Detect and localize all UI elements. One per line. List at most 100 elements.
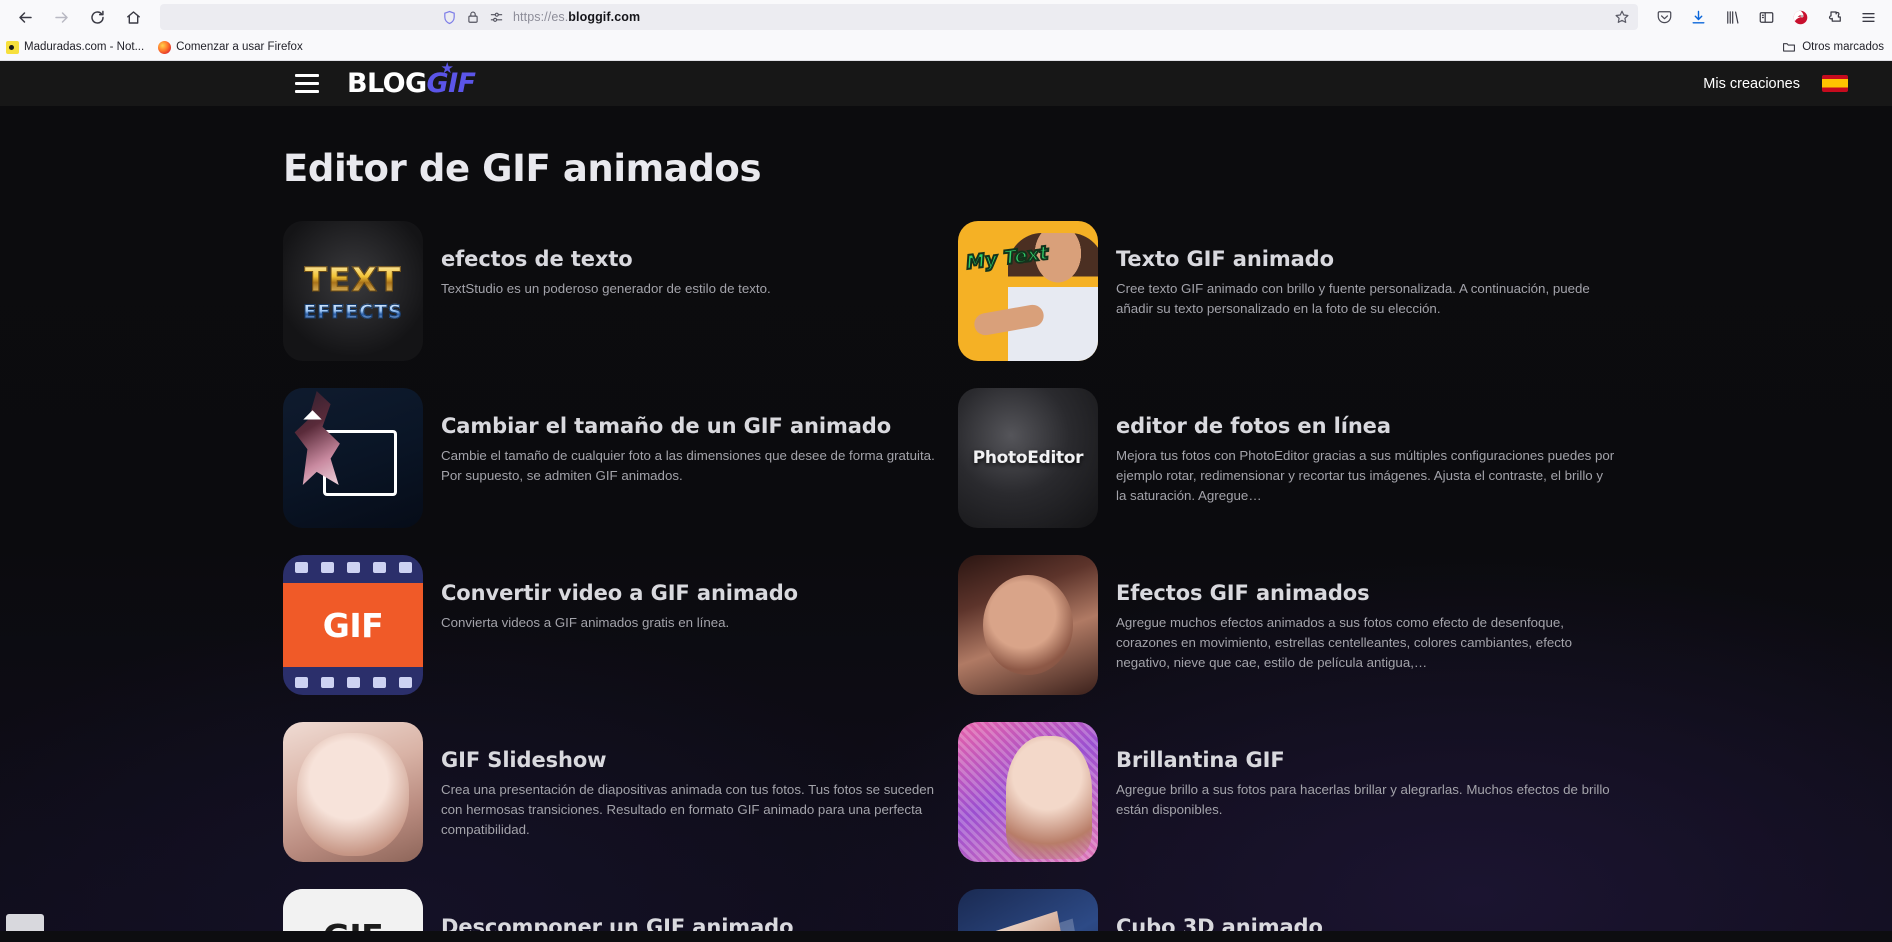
back-button[interactable] (8, 2, 42, 32)
url-domain: bloggif.com (568, 10, 641, 24)
firefox-account-icon[interactable] (1784, 2, 1816, 32)
thumb-gif-text: GIF (322, 605, 384, 645)
spain-flag-icon[interactable] (1822, 75, 1848, 92)
my-creations-link[interactable]: Mis creaciones (1703, 76, 1800, 92)
url-text[interactable]: https://es.bloggif.com (513, 10, 640, 24)
tools-column-left: TEXT EFFECTS efectos de texto TextStudio… (283, 221, 958, 931)
browser-nav-bar: https://es.bloggif.com (0, 0, 1892, 34)
video-to-gif-thumbnail[interactable]: GIF (283, 555, 423, 695)
tool-card-body: Convertir video a GIF animado Convierta … (441, 555, 798, 633)
tool-card-title[interactable]: editor de fotos en línea (1116, 414, 1616, 439)
tool-card-description: Cree texto GIF animado con brillo y fuen… (1116, 280, 1590, 316)
app-menu-icon[interactable] (1852, 2, 1884, 32)
thumb-gif-text: GIF (323, 917, 384, 932)
tool-card-decompose-gif[interactable]: GIF Descomponer un GIF animado Divide un… (283, 889, 958, 931)
hamburger-menu-icon[interactable] (295, 74, 319, 93)
film-perforations-top (283, 562, 423, 573)
shield-icon[interactable] (442, 10, 457, 25)
animated-text-gif-thumbnail[interactable]: My Text (958, 221, 1098, 361)
tools-grid: TEXT EFFECTS efectos de texto TextStudio… (283, 221, 1653, 931)
extensions-icon[interactable] (1818, 2, 1850, 32)
tool-card-resize-gif[interactable]: Cambiar el tamaño de un GIF animado Camb… (283, 388, 958, 555)
other-bookmarks-label: Otros marcados (1802, 41, 1884, 53)
bookmarks-bar: Maduradas.com - Not... Comenzar a usar F… (0, 34, 1892, 60)
main-content: Editor de GIF animados TEXT EFFECTS efec… (0, 147, 1892, 931)
other-bookmarks-button[interactable]: Otros marcados (1782, 40, 1884, 54)
cube-3d-thumbnail[interactable] (958, 889, 1098, 931)
tool-card-body: Cambiar el tamaño de un GIF animado Camb… (441, 388, 951, 486)
tool-card-body: Efectos GIF animados Agregue muchos efec… (1116, 555, 1616, 673)
logo-blog-text: BLOG (347, 68, 427, 99)
tool-card-description: Cambie el tamaño de cualquier foto a las… (441, 447, 935, 483)
text-effects-thumbnail[interactable]: TEXT EFFECTS (283, 221, 423, 361)
decompose-gif-label: GIF (283, 889, 423, 931)
tool-card-photo-editor[interactable]: PhotoEditor editor de fotos en línea Mej… (958, 388, 1633, 555)
tool-card-description: Agregue brillo a sus fotos para hacerlas… (1116, 781, 1610, 817)
tools-column-right: My Text Texto GIF animado Cree texto GIF… (958, 221, 1633, 931)
tool-card-title[interactable]: Cambiar el tamaño de un GIF animado (441, 414, 951, 439)
cube-face (986, 911, 1070, 931)
tool-card-animated-text-gif[interactable]: My Text Texto GIF animado Cree texto GIF… (958, 221, 1633, 388)
photo-editor-thumbnail[interactable]: PhotoEditor (958, 388, 1098, 528)
tool-card-cube-3d[interactable]: Cubo 3D animado Crea un cubo 3D animado … (958, 889, 1633, 931)
thumb-photoeditor-text: PhotoEditor (972, 448, 1084, 468)
page-title: Editor de GIF animados (283, 147, 762, 190)
forward-button[interactable] (44, 2, 78, 32)
firefox-icon (158, 40, 172, 54)
tool-card-gif-slideshow[interactable]: GIF Slideshow Crea una presentación de d… (283, 722, 958, 889)
sidebar-icon[interactable] (1750, 2, 1782, 32)
thumb-text-top: TEXT (304, 259, 402, 299)
tool-card-title[interactable]: efectos de texto (441, 247, 771, 272)
bookmark-star-icon[interactable] (1614, 9, 1630, 25)
site-logo[interactable]: BLOGGIF ★ (347, 61, 476, 99)
tool-card-description: Convierta videos a GIF animados gratis e… (441, 614, 730, 630)
reload-button[interactable] (80, 2, 114, 32)
tool-card-body: Cubo 3D animado Crea un cubo 3D animado … (1116, 889, 1531, 931)
site-header: BLOGGIF ★ Mis creaciones (0, 61, 1892, 106)
gif-effects-thumbnail[interactable] (958, 555, 1098, 695)
tool-card-glitter-gif[interactable]: Brillantina GIF Agregue brillo a sus fot… (958, 722, 1633, 889)
pocket-icon[interactable] (1648, 2, 1680, 32)
browser-chrome: https://es.bloggif.com Maduradas.com - N… (0, 0, 1892, 61)
site-header-right: Mis creaciones (1703, 75, 1848, 92)
tool-card-title[interactable]: Descomponer un GIF animado (441, 915, 843, 931)
tool-card-title[interactable]: Brillantina GIF (1116, 748, 1616, 773)
resize-gif-thumbnail[interactable] (283, 388, 423, 528)
tool-card-body: editor de fotos en línea Mejora tus foto… (1116, 388, 1616, 506)
scroll-indicator[interactable] (6, 914, 44, 931)
url-bar[interactable]: https://es.bloggif.com (160, 4, 1638, 30)
home-button[interactable] (116, 2, 150, 32)
bookmark-label: Maduradas.com - Not... (24, 41, 145, 53)
permissions-icon[interactable] (489, 10, 504, 25)
downloads-icon[interactable] (1682, 2, 1714, 32)
tool-card-description: TextStudio es un poderoso generador de e… (441, 280, 771, 296)
library-icon[interactable] (1716, 2, 1748, 32)
tool-card-body: GIF Slideshow Crea una presentación de d… (441, 722, 951, 840)
tool-card-title[interactable]: Efectos GIF animados (1116, 581, 1616, 606)
yellow-site-icon (6, 40, 19, 54)
gif-slideshow-thumbnail[interactable] (283, 722, 423, 862)
tool-card-title[interactable]: Cubo 3D animado (1116, 915, 1531, 931)
page-content: BLOGGIF ★ Mis creaciones Editor de GIF a… (0, 61, 1892, 931)
glitter-gif-thumbnail[interactable] (958, 722, 1098, 862)
browser-toolbar-right (1648, 2, 1884, 32)
bookmark-label: Comenzar a usar Firefox (176, 41, 303, 53)
bookmark-item[interactable]: Comenzar a usar Firefox (158, 40, 303, 54)
tool-card-video-to-gif[interactable]: GIF Convertir video a GIF animado Convie… (283, 555, 958, 722)
tool-card-description: Crea una presentación de diapositivas an… (441, 781, 935, 838)
tool-card-description: Agregue muchos efectos animados a sus fo… (1116, 614, 1573, 671)
bookmark-item[interactable]: Maduradas.com - Not... (6, 40, 145, 54)
tool-card-gif-effects[interactable]: Efectos GIF animados Agregue muchos efec… (958, 555, 1633, 722)
resize-frame-icon (294, 391, 397, 496)
tool-card-body: Texto GIF animado Cree texto GIF animado… (1116, 221, 1616, 319)
decompose-gif-thumbnail[interactable]: GIF (283, 889, 423, 931)
tool-card-title[interactable]: Convertir video a GIF animado (441, 581, 798, 606)
tool-card-description: Mejora tus fotos con PhotoEditor gracias… (1116, 447, 1615, 504)
url-prefix: https://es. (513, 10, 569, 24)
tool-card-title[interactable]: GIF Slideshow (441, 748, 951, 773)
tool-card-title[interactable]: Texto GIF animado (1116, 247, 1616, 272)
tool-card-text-effects[interactable]: TEXT EFFECTS efectos de texto TextStudio… (283, 221, 958, 388)
tool-card-body: efectos de texto TextStudio es un podero… (441, 221, 771, 299)
lock-icon[interactable] (466, 10, 480, 24)
dancer-silhouette-icon (294, 391, 340, 485)
